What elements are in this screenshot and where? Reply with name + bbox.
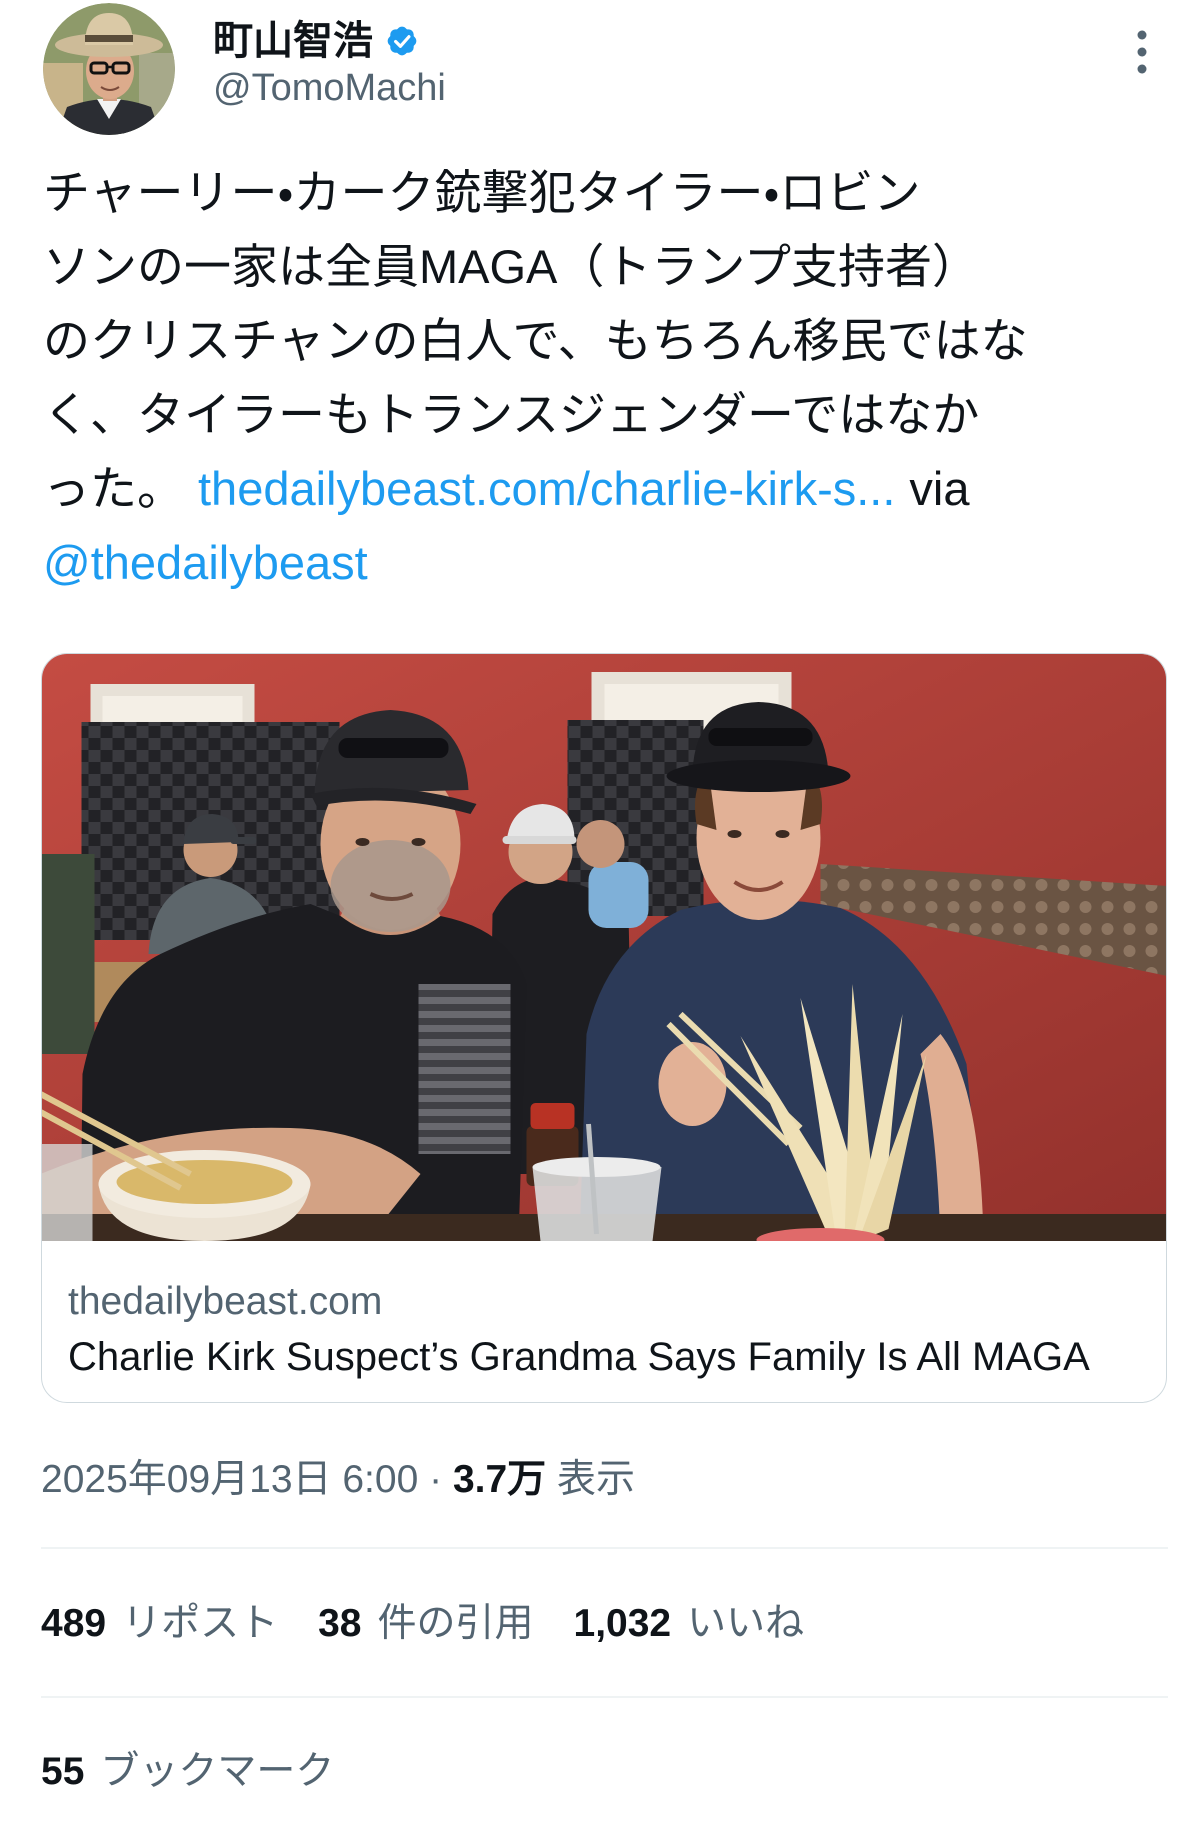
author-handle[interactable]: @TomoMachi — [213, 64, 446, 112]
tweet-text: チャーリー・カーク銃撃犯タイラー・ロビン ソンの一家は全員MAGA（トランプ支持… — [43, 156, 1157, 600]
likes-count: 1,032 — [573, 1602, 672, 1645]
reposts-count: 489 — [41, 1602, 107, 1645]
views-label: 表示 — [557, 1458, 636, 1501]
tweet-text-line: @thedailybeast — [43, 526, 1157, 600]
tweet-meta: 2025年09月13日 6:00 · 3.7万 表示 — [41, 1456, 635, 1504]
verified-badge-icon — [387, 26, 417, 56]
bookmarks-row: 55 ブックマーク — [41, 1748, 334, 1796]
via-label: via — [909, 462, 970, 515]
meta-separator: · — [429, 1458, 443, 1501]
mention-link[interactable]: @thedailybeast — [43, 536, 368, 589]
card-domain: thedailybeast.com — [68, 1280, 383, 1323]
bookmarks-label: ブックマーク — [100, 1750, 335, 1793]
link-preview-card[interactable]: thedailybeast.com Charlie Kirk Suspect’s… — [41, 653, 1167, 1403]
likes-label: いいね — [687, 1602, 805, 1645]
avatar[interactable] — [43, 3, 175, 135]
tweet-text-fragment: った。 — [43, 462, 184, 515]
tweet-text-line: チャーリー・カーク銃撃犯タイラー・ロビン — [43, 166, 921, 219]
tweet-text-line: った。 thedailybeast.com/charlie-kirk-s... vi… — [43, 452, 1157, 526]
quotes-label: 件の引用 — [377, 1602, 534, 1645]
tweet-text-line: ソンの一家は全員MAGA（トランプ支持者） — [43, 240, 979, 293]
bookmarks-count: 55 — [41, 1750, 85, 1793]
tweet-text-line: のクリスチャンの白人で、もちろん移民ではな — [43, 314, 1028, 367]
views-count[interactable]: 3.7万 — [453, 1458, 546, 1501]
likes-stat[interactable]: 1,032 いいね — [574, 1600, 805, 1648]
reposts-stat[interactable]: 489 リポスト — [41, 1600, 278, 1648]
quotes-stat[interactable]: 38 件の引用 — [318, 1600, 533, 1648]
divider — [41, 1547, 1168, 1549]
author-name[interactable]: 町山智浩 — [213, 17, 373, 65]
card-title: Charlie Kirk Suspect’s Grandma Says Fami… — [68, 1335, 1090, 1379]
tweet-text-line: く、タイラーもトランスジェンダーではなか — [43, 388, 980, 441]
avatar-image — [43, 3, 175, 135]
more-options-icon — [1137, 30, 1147, 74]
engagement-stats: 489 リポスト 38 件の引用 1,032 いいね — [41, 1600, 804, 1648]
quotes-count: 38 — [318, 1602, 362, 1645]
timestamp[interactable]: 2025年09月13日 6:00 — [41, 1458, 418, 1501]
bookmarks-stat[interactable]: 55 ブックマーク — [41, 1748, 334, 1796]
author-name-row[interactable]: 町山智浩 — [213, 17, 419, 65]
more-options-button[interactable] — [1130, 27, 1154, 77]
divider — [41, 1696, 1168, 1698]
article-link[interactable]: thedailybeast.com/charlie-kirk-s... — [198, 462, 895, 515]
reposts-label: リポスト — [122, 1602, 279, 1645]
article-image — [42, 654, 1166, 1241]
